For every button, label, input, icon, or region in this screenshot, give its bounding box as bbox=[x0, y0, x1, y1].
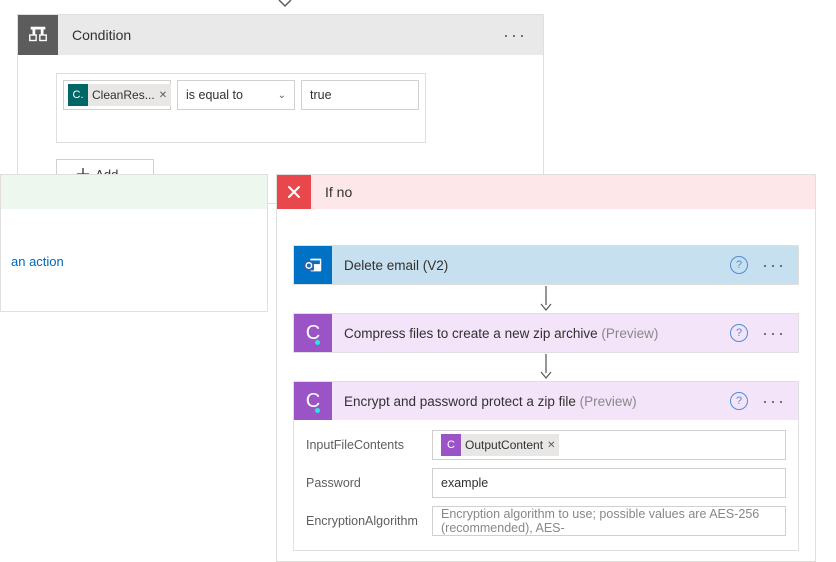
if-no-icon bbox=[277, 175, 311, 209]
condition-header[interactable]: Condition ··· bbox=[18, 15, 543, 55]
token-remove-icon[interactable]: ✕ bbox=[547, 440, 555, 451]
action-compress-zip: C Compress files to create a new zip arc… bbox=[293, 313, 799, 353]
preview-tag: (Preview) bbox=[601, 326, 658, 341]
action-delete-email: Delete email (V2) ? ··· bbox=[293, 245, 799, 285]
cloudmersive-icon: C bbox=[294, 382, 332, 420]
action-title: Compress files to create a new zip archi… bbox=[344, 326, 730, 341]
cloudmersive-icon: C bbox=[294, 314, 332, 352]
action-encrypt-zip: C Encrypt and password protect a zip fil… bbox=[293, 381, 799, 551]
outlook-icon bbox=[294, 246, 332, 284]
condition-icon bbox=[18, 15, 58, 55]
condition-left-operand[interactable]: C. CleanRes... ✕ bbox=[63, 80, 171, 110]
token-label: CleanRes... bbox=[92, 88, 155, 102]
token-label: OutputContent bbox=[465, 438, 543, 452]
operator-label: is equal to bbox=[186, 88, 243, 102]
help-icon[interactable]: ? bbox=[730, 392, 748, 410]
if-yes-header bbox=[1, 175, 267, 209]
field-label-password: Password bbox=[306, 476, 432, 490]
field-input-password[interactable]: example bbox=[432, 468, 786, 498]
flow-connector bbox=[293, 285, 799, 313]
flow-connector bbox=[293, 353, 799, 381]
condition-expression-row: C. CleanRes... ✕ is equal to ⌄ true bbox=[63, 80, 419, 110]
action-header-encrypt[interactable]: C Encrypt and password protect a zip fil… bbox=[294, 382, 798, 420]
condition-menu-icon[interactable]: ··· bbox=[497, 25, 533, 46]
token-source-icon: C bbox=[441, 434, 461, 456]
if-yes-branch: an action bbox=[0, 174, 268, 312]
help-icon[interactable]: ? bbox=[730, 324, 748, 342]
condition-title: Condition bbox=[72, 27, 497, 43]
field-label-algorithm: EncryptionAlgorithm bbox=[306, 514, 432, 528]
action-form: InputFileContents C OutputContent ✕ Pass… bbox=[294, 420, 798, 550]
if-no-header: If no bbox=[277, 175, 815, 209]
flow-arrow-in bbox=[278, 0, 292, 12]
preview-tag: (Preview) bbox=[580, 394, 637, 409]
action-menu-icon[interactable]: ··· bbox=[756, 391, 792, 412]
action-title: Delete email (V2) bbox=[344, 258, 730, 273]
condition-operator-select[interactable]: is equal to ⌄ bbox=[177, 80, 295, 110]
token-source-icon: C. bbox=[68, 84, 88, 106]
token-remove-icon[interactable]: ✕ bbox=[159, 90, 167, 101]
condition-value: true bbox=[310, 88, 332, 102]
chevron-down-icon: ⌄ bbox=[278, 90, 286, 101]
help-icon[interactable]: ? bbox=[730, 256, 748, 274]
action-menu-icon[interactable]: ··· bbox=[756, 255, 792, 276]
add-action-link[interactable]: an action bbox=[11, 254, 64, 269]
if-no-branch: If no Delete email (V2) ? ··· bbox=[276, 174, 816, 562]
condition-right-operand[interactable]: true bbox=[301, 80, 419, 110]
action-header-delete[interactable]: Delete email (V2) ? ··· bbox=[294, 246, 798, 284]
action-title: Encrypt and password protect a zip file … bbox=[344, 394, 730, 409]
action-header-compress[interactable]: C Compress files to create a new zip arc… bbox=[294, 314, 798, 352]
field-label-input: InputFileContents bbox=[306, 438, 432, 452]
dynamic-content-token[interactable]: C OutputContent ✕ bbox=[441, 434, 559, 456]
field-input-algorithm[interactable]: Encryption algorithm to use; possible va… bbox=[432, 506, 786, 536]
dynamic-content-token[interactable]: C. CleanRes... ✕ bbox=[68, 84, 171, 106]
field-input-file-contents[interactable]: C OutputContent ✕ bbox=[432, 430, 786, 460]
action-menu-icon[interactable]: ··· bbox=[756, 323, 792, 344]
if-no-label: If no bbox=[325, 184, 352, 200]
